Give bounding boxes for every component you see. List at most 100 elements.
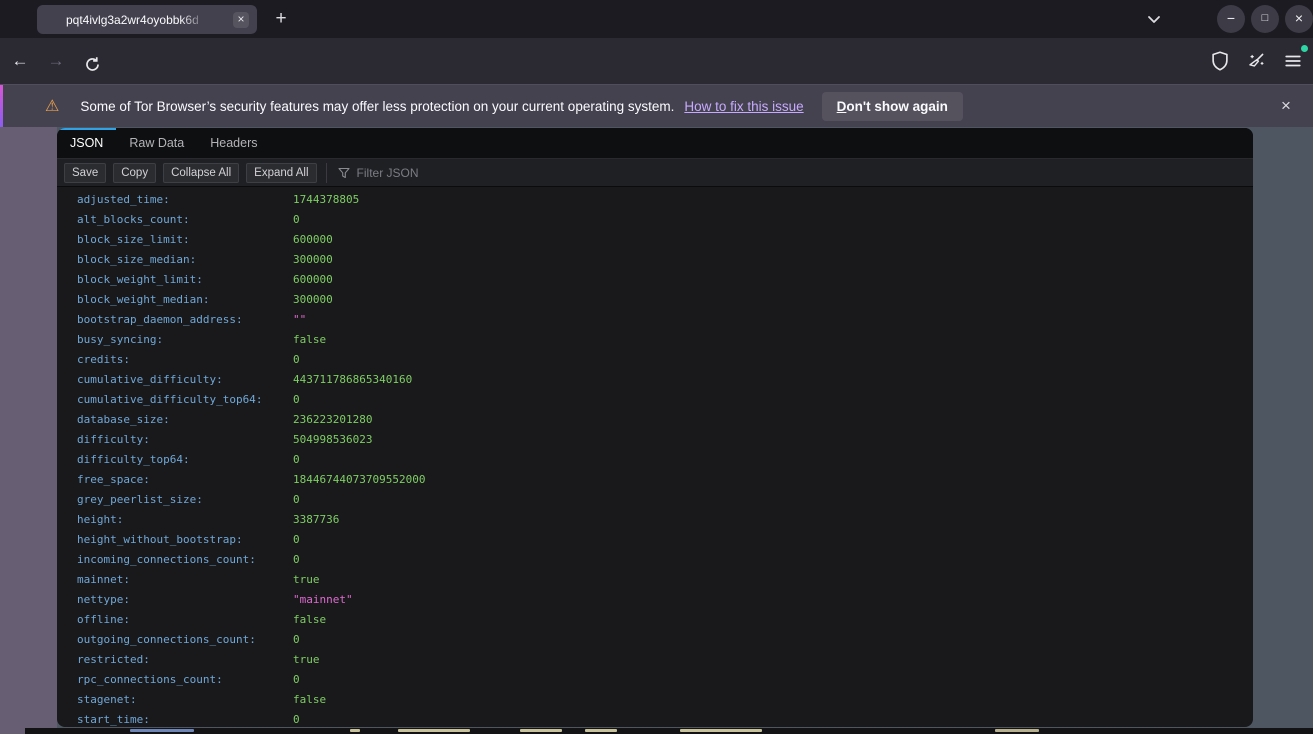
json-key: cumulative_difficulty: [77, 370, 293, 390]
json-property-row: rpc_connections_count0: [57, 670, 1253, 690]
json-value: true: [293, 650, 320, 670]
banner-message: Some of Tor Browser’s security features …: [80, 99, 674, 114]
reload-button[interactable]: [76, 45, 108, 77]
json-value: 236223201280: [293, 410, 372, 430]
json-property-row: difficulty504998536023: [57, 430, 1253, 450]
window-close-button[interactable]: ×: [1285, 5, 1313, 33]
json-value: 0: [293, 530, 300, 550]
banner-accent-stripe: [0, 85, 3, 128]
json-key: adjusted_time: [77, 190, 293, 210]
tab-close-icon[interactable]: ×: [233, 12, 249, 28]
json-property-row: start_time0: [57, 710, 1253, 727]
json-property-row: grey_peerlist_size0: [57, 490, 1253, 510]
json-key: alt_blocks_count: [77, 210, 293, 230]
json-value: 443711786865340160: [293, 370, 412, 390]
json-key: bootstrap_daemon_address: [77, 310, 293, 330]
clipped-text-fragment: [520, 729, 562, 732]
clipped-text-fragment: [130, 729, 194, 732]
json-value: 600000: [293, 230, 333, 250]
json-key: busy_syncing: [77, 330, 293, 350]
json-property-row: stagenetfalse: [57, 690, 1253, 710]
tab-title: pqt4ivlg3a2wr4oyobbk6d: [66, 13, 208, 27]
json-value: 300000: [293, 250, 333, 270]
json-toolbar-button[interactable]: Copy: [113, 163, 156, 183]
window-minimize-button[interactable]: −: [1217, 5, 1245, 33]
banner-close-icon[interactable]: ×: [1275, 95, 1297, 117]
json-viewer-tab[interactable]: JSON: [57, 128, 116, 158]
json-property-row: cumulative_difficulty443711786865340160: [57, 370, 1253, 390]
json-value: 0: [293, 490, 300, 510]
json-key: credits: [77, 350, 293, 370]
json-value: 18446744073709552000: [293, 470, 425, 490]
json-property-row: height3387736: [57, 510, 1253, 530]
json-property-row: block_weight_median300000: [57, 290, 1253, 310]
browser-tab[interactable]: pqt4ivlg3a2wr4oyobbk6d ×: [37, 5, 257, 34]
json-value: 0: [293, 630, 300, 650]
clipped-text-fragment: [398, 729, 470, 732]
page-viewport: JSONRaw DataHeaders Save Copy Collapse All…: [0, 127, 1313, 734]
filter-json-input[interactable]: [357, 166, 657, 180]
clipped-text-fragment: [350, 729, 360, 732]
hamburger-menu-icon[interactable]: [1279, 47, 1307, 75]
json-key: start_time: [77, 710, 293, 727]
json-key: difficulty_top64: [77, 450, 293, 470]
json-property-row: adjusted_time1744378805: [57, 190, 1253, 210]
json-value: 600000: [293, 270, 333, 290]
json-property-row: height_without_bootstrap0: [57, 530, 1253, 550]
new-tab-button[interactable]: +: [268, 6, 294, 32]
how-to-fix-link[interactable]: How to fix this issue: [684, 99, 803, 114]
json-value: [293, 310, 306, 330]
json-key: height_without_bootstrap: [77, 530, 293, 550]
json-key: mainnet: [77, 570, 293, 590]
json-property-row: bootstrap_daemon_address: [57, 310, 1253, 330]
json-viewer-tab-strip: JSONRaw DataHeaders: [57, 128, 1253, 159]
clipped-background-row: [25, 728, 1313, 734]
json-key: block_size_limit: [77, 230, 293, 250]
json-value: 0: [293, 350, 300, 370]
json-toolbar-button[interactable]: Save: [64, 163, 106, 183]
json-property-row: offlinefalse: [57, 610, 1253, 630]
json-property-row: block_size_limit600000: [57, 230, 1253, 250]
json-key: restricted: [77, 650, 293, 670]
security-warning-banner: ⚠ Some of Tor Browser’s security feature…: [0, 84, 1313, 127]
json-value: 1744378805: [293, 190, 359, 210]
json-value: 504998536023: [293, 430, 372, 450]
warning-triangle-icon: ⚠: [45, 96, 59, 116]
json-key: offline: [77, 610, 293, 630]
list-all-tabs-chevron-down-icon[interactable]: [1143, 8, 1165, 30]
json-key: cumulative_difficulty_top64: [77, 390, 293, 410]
json-property-row: cumulative_difficulty_top640: [57, 390, 1253, 410]
json-property-row: free_space18446744073709552000: [57, 470, 1253, 490]
json-value: 0: [293, 550, 300, 570]
json-toolbar-button[interactable]: Expand All: [246, 163, 316, 183]
json-viewer-panel: JSONRaw DataHeaders Save Copy Collapse All…: [57, 128, 1253, 727]
new-identity-broom-icon[interactable]: [1242, 47, 1270, 75]
json-property-row: block_weight_limit600000: [57, 270, 1253, 290]
json-viewer-tab[interactable]: Headers: [197, 128, 270, 158]
toolbar-separator: [326, 163, 327, 183]
json-key: free_space: [77, 470, 293, 490]
json-key: database_size: [77, 410, 293, 430]
json-key: outgoing_connections_count: [77, 630, 293, 650]
json-tree: adjusted_time1744378805 alt_blocks_count…: [57, 187, 1253, 727]
menu-notification-badge: [1301, 45, 1308, 52]
json-value: 0: [293, 710, 300, 727]
json-key: difficulty: [77, 430, 293, 450]
forward-button[interactable]: →: [40, 45, 72, 77]
json-key: height: [77, 510, 293, 530]
json-property-row: nettypemainnet: [57, 590, 1253, 610]
page-background-left: [0, 127, 57, 734]
json-value: 0: [293, 210, 300, 230]
json-property-row: alt_blocks_count0: [57, 210, 1253, 230]
json-property-row: credits0: [57, 350, 1253, 370]
json-key: incoming_connections_count: [77, 550, 293, 570]
json-property-row: block_size_median300000: [57, 250, 1253, 270]
shield-icon[interactable]: [1206, 47, 1234, 75]
back-button[interactable]: ←: [4, 45, 36, 77]
json-value: true: [293, 570, 320, 590]
json-toolbar-button[interactable]: Collapse All: [163, 163, 239, 183]
dont-show-again-button[interactable]: Don't show again: [822, 92, 963, 121]
window-maximize-button[interactable]: □: [1251, 5, 1279, 33]
json-viewer-tab[interactable]: Raw Data: [116, 128, 197, 158]
json-key: stagenet: [77, 690, 293, 710]
